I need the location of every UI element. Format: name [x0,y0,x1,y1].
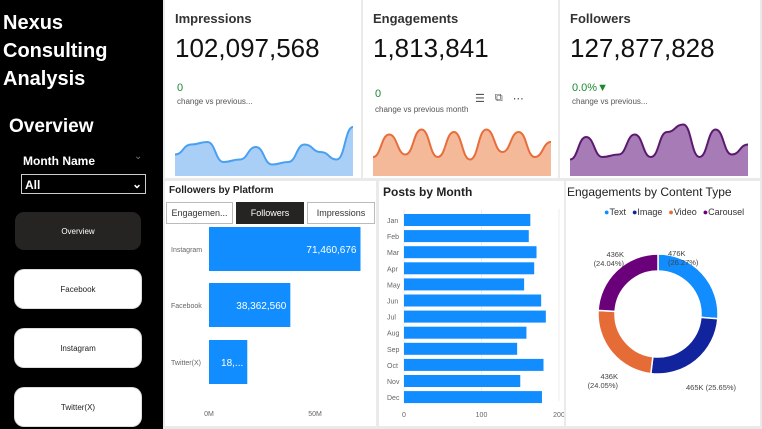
category-label: Aug [387,331,400,338]
engagements-donut-chart: 476K(26.27%)465K (25.65%)436K(24.05%)436… [588,249,737,392]
data-label: (24.04%) [594,259,625,268]
chevron-down-icon: ⌄ [131,177,142,191]
axis-tick-label: 0M [204,411,214,418]
sidebar: Nexus Consulting Analysis Overview Month… [0,0,163,429]
month-bar [404,246,537,259]
kpi-title: Impressions [175,11,252,26]
month-bar [404,278,525,291]
category-label: Twitter(X) [171,360,201,367]
kpi-change-label: change vs previous month [375,105,469,114]
month-bar [404,358,544,371]
kpi-value: 1,813,841 [373,33,489,63]
month-bar [404,214,531,226]
nav-overview-button[interactable]: Overview [15,212,141,250]
category-label: Jan [387,218,398,225]
engagements-card[interactable]: Engagements 1,813,841 0 change vs previo… [363,0,558,178]
posts-by-month-title: Posts by Month [383,185,473,199]
data-label: 18,... [221,358,243,369]
filter-icon[interactable]: ☰ [475,92,485,105]
category-label: Instagram [171,247,202,254]
legend-label: Carousel [708,207,745,217]
kpi-change-label: change vs previous... [572,97,648,106]
data-label: 38,362,560 [236,301,286,312]
sparkline-area [175,127,353,176]
followers-card[interactable]: Followers 127,877,828 0.0%▼ change vs pr… [560,0,760,178]
axis-tick-label: 200 [553,412,564,419]
data-label: 71,460,676 [306,245,356,256]
kpi-change: 0.0%▼ [572,82,608,94]
impressions-card[interactable]: Impressions 102,097,568 0 change vs prev… [165,0,361,178]
legend-label: Text [609,207,626,217]
category-label: Sep [387,347,400,354]
legend-item[interactable]: ●Text [604,207,626,217]
data-label: 436K [606,250,624,259]
data-label: 465K (25.65%) [686,383,737,392]
kpi-change: 0 [177,82,184,94]
month-bar [404,391,542,404]
donut-slice [650,316,719,375]
more-options-icon[interactable]: ⋯ [513,92,524,105]
nav-instagram-button[interactable]: Instagram [15,329,141,367]
donut-legend: ●Text ●Image ●Video ●Carousel [604,207,744,217]
slicer-collapse-icon[interactable]: ⌄ [134,151,142,162]
engagements-sparkline [372,128,552,176]
impressions-sparkline [174,126,354,176]
kpi-value: 102,097,568 [175,33,320,63]
nav-twitter-button[interactable]: Twitter(X) [15,388,141,426]
category-label: Oct [387,363,398,370]
legend-item[interactable]: ●Video [668,207,696,217]
tab-impressions[interactable]: Impressions [307,202,375,224]
followers-sparkline [569,123,749,176]
dashboard: Nexus Consulting Analysis Overview Month… [0,0,762,429]
data-label: (24.05%) [588,381,619,390]
kpi-change: 0 [375,88,382,100]
legend-item[interactable]: ●Carousel [703,207,744,217]
category-label: Jun [387,299,398,306]
category-label: Jul [387,315,396,322]
engagements-by-type-title: Engagements by Content Type [567,185,732,199]
axis-tick-label: 0 [402,412,406,419]
data-label: 476K [668,249,686,258]
nav-facebook-button[interactable]: Facebook [15,270,141,308]
month-bar [404,326,527,339]
legend-label: Video [673,207,697,217]
followers-by-platform-title: Followers by Platform [169,185,274,196]
axis-tick-label: 50M [308,411,322,418]
app-title: Nexus Consulting Analysis [3,12,108,90]
tab-engagements[interactable]: Engagemen... [166,202,233,224]
kpi-title: Engagements [373,11,459,26]
legend-label: Image [637,207,663,217]
month-slicer-dropdown[interactable]: All ⌄ [21,174,146,194]
month-bar [404,342,518,355]
month-bar [404,230,529,243]
axis-tick-label: 100 [476,412,488,419]
month-slicer-value: All [25,178,41,192]
month-bar [404,375,521,387]
legend-item[interactable]: ●Image [632,207,662,217]
focus-mode-icon[interactable]: ⧉ [495,92,503,105]
posts-by-month-chart: 0 100 200 Jan Feb Mar Apr May Jun Jul Aug Sep Oct Nov… [387,209,564,419]
kpi-title: Followers [570,11,631,26]
category-label: Feb [387,234,399,241]
month-bar [404,294,542,307]
data-label: 436K [600,372,618,381]
donut-slice [597,309,654,375]
visual-header-toolbar: ☰ ⧉ ⋯ [475,92,524,105]
category-label: Facebook [171,303,202,310]
month-slicer-label: Month Name [23,154,95,168]
category-label: May [387,282,401,289]
category-label: Apr [387,266,399,273]
month-bar [404,310,546,323]
page-title: Overview [9,116,94,137]
followers-by-platform-chart: Instagram 71,460,676 Facebook 38,362,560 Twi… [171,227,361,418]
kpi-value: 127,877,828 [570,33,715,63]
tab-followers[interactable]: Followers [236,202,304,224]
month-bar [404,262,535,275]
category-label: Mar [387,250,400,257]
data-label: (26.27%) [668,258,699,267]
category-label: Dec [387,395,400,402]
kpi-change-label: change vs previous... [177,97,253,106]
category-label: Nov [387,379,400,386]
